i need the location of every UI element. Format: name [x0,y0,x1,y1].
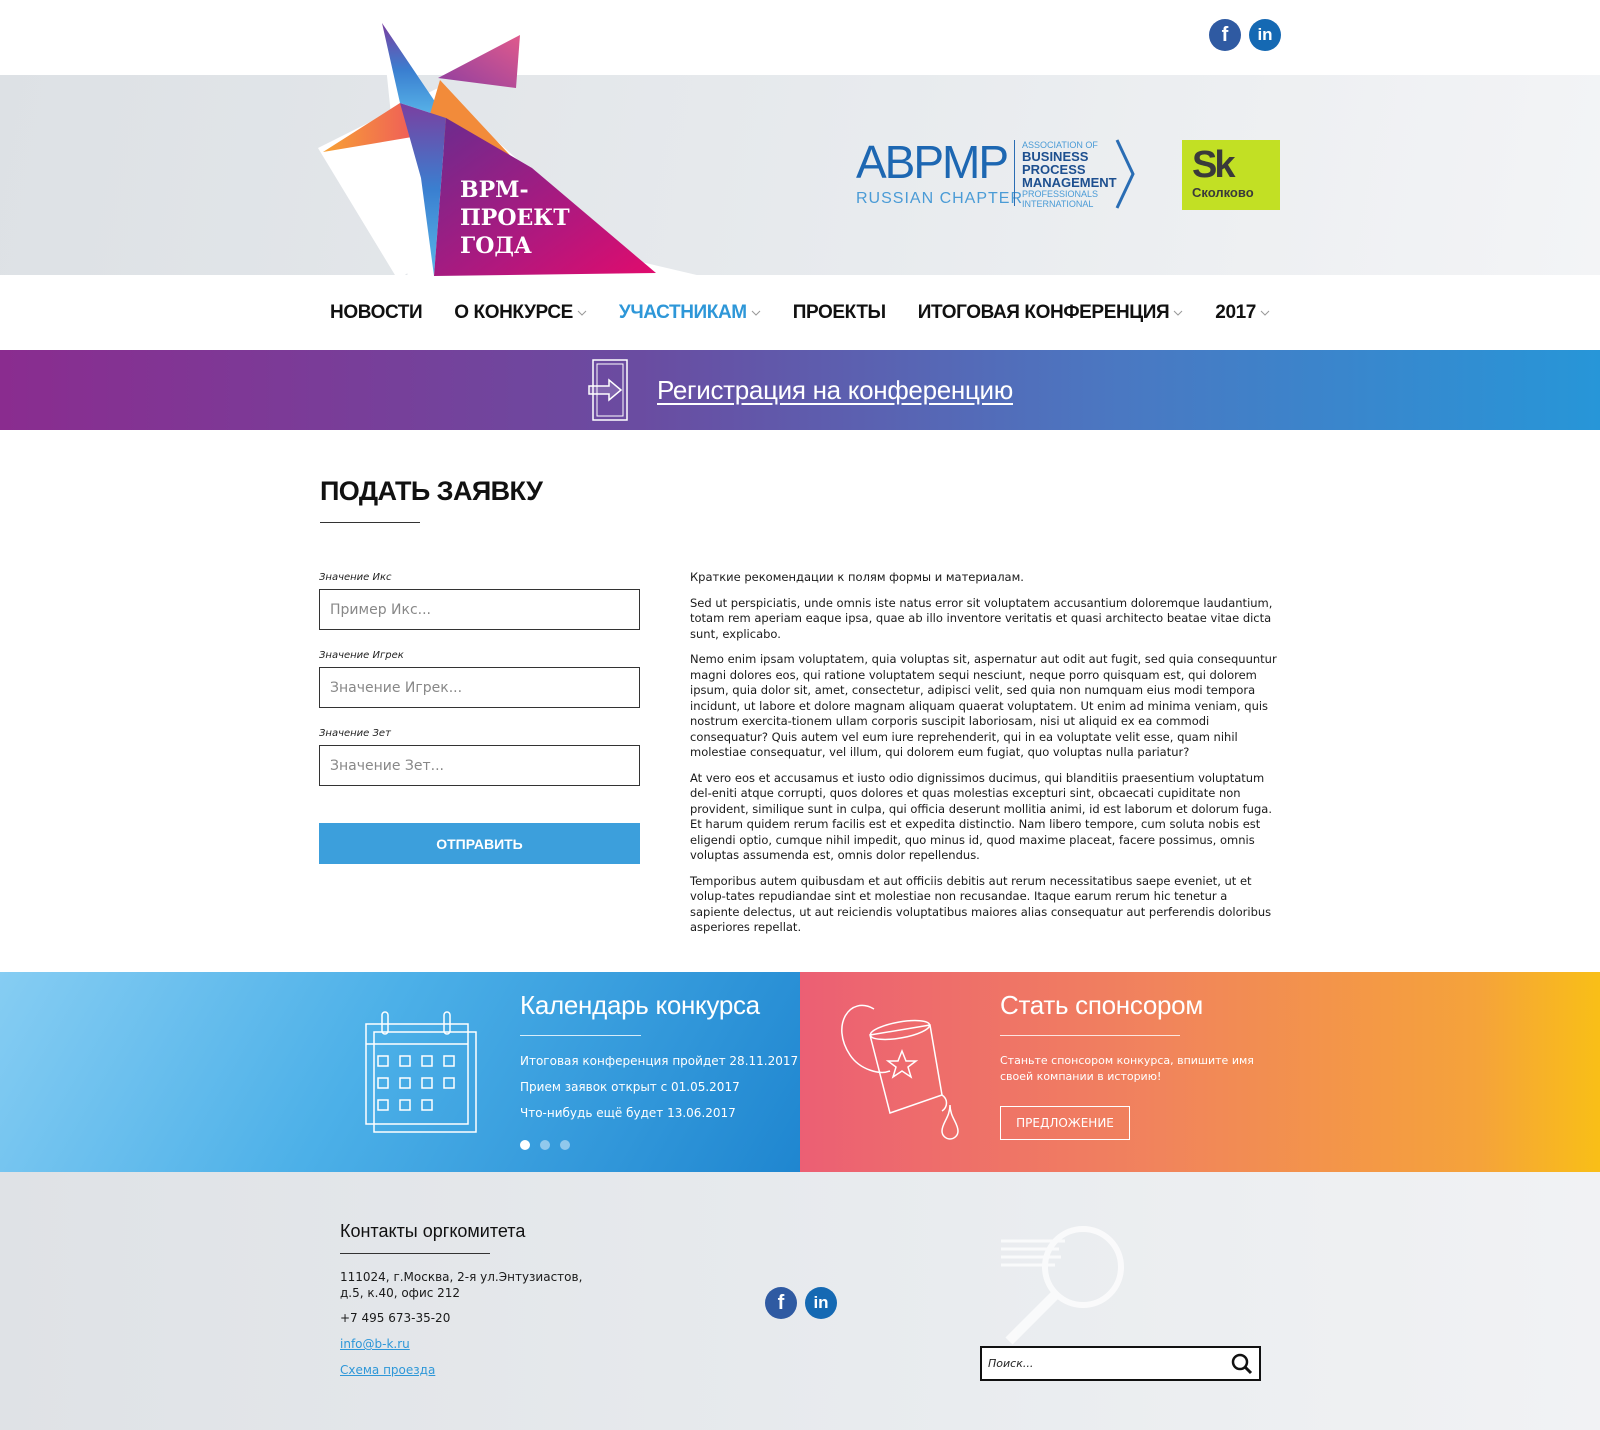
abpmp-chapter: RUSSIAN CHAPTER [856,190,1024,207]
calendar-title: Календарь конкурса [520,990,760,1020]
nav-item-year[interactable]: 2017 [1215,302,1270,324]
chevron-down-icon [751,310,761,316]
field-label-z: Значение Зет [319,728,391,739]
nav-item-label: О КОНКУРСЕ [454,301,573,323]
nav-item-participants[interactable]: УЧАСТНИКАМ [619,302,761,324]
search-input[interactable] [982,1348,1222,1379]
header-top [0,0,1600,75]
search-icon[interactable] [1231,1353,1253,1375]
facebook-icon[interactable]: f [765,1287,797,1319]
z-value-input[interactable] [319,745,640,786]
field-label-x: Значение Икс [319,572,392,583]
assoc-line: MANAGEMENT [1022,175,1117,190]
facebook-icon[interactable]: f [1209,19,1241,51]
text-paragraph: Sed ut perspiciatis, unde omnis iste nat… [690,595,1273,641]
nav-item-news[interactable]: НОВОСТИ [330,301,423,324]
logo-line: ПРОЕКТ [460,205,570,231]
slider-dots [520,1140,570,1150]
x-value-input[interactable] [319,589,640,630]
door-icon [588,359,628,421]
abpmp-logo[interactable]: ABPMP RUSSIAN CHAPTER ASSOCIATION OF BUS… [856,138,1138,214]
sponsor-text: своей компании в историю! [1000,1070,1162,1083]
abpmp-chevron-icon [1115,139,1135,209]
page-title: ПОДАТЬ ЗАЯВКУ [320,476,543,506]
nav-item-about[interactable]: О КОНКУРСЕ [454,302,587,324]
application-form: Значение Икс Значение Игрек Значение Зет… [319,572,640,864]
calendar-line: Прием заявок открыт с 01.05.2017 [520,1080,740,1094]
nav-item-label: НОВОСТИ [330,301,423,323]
footer-title-rule [340,1253,490,1254]
address-line: д.5, к.40, офис 212 [340,1285,461,1300]
registration-link[interactable]: Регистрация на конференцию [657,375,1013,406]
footer-title: Контакты оргкомитета [340,1221,526,1241]
sponsor-text: Станьте спонсором конкурса, впишите имя [1000,1054,1254,1067]
footer-email-link[interactable]: info@b-k.ru [340,1337,410,1351]
footer-phone: +7 495 673-35-20 [340,1311,451,1325]
title-underline [320,522,420,523]
nav-item-label: ИТОГОВАЯ КОНФЕРЕНЦИЯ [917,301,1170,323]
nav-item-projects[interactable]: ПРОЕКТЫ [793,302,886,324]
main-nav: НОВОСТИ О КОНКУРСЕ УЧАСТНИКАМ ПРОЕКТЫ ИТ… [0,275,1600,350]
logo-line: BPM- [460,177,529,203]
field-label-y: Значение Игрек [319,650,404,661]
footer-map-link[interactable]: Схема проезда [340,1363,435,1377]
calendar-title-rule [520,1035,641,1036]
slider-dot[interactable] [560,1140,570,1150]
bpm-logo-text: BPM- ПРОЕКТ ГОДА [460,176,570,260]
header-social: f in [1209,19,1281,51]
calendar-icon [365,1011,477,1133]
skolkovo-mark: Sk [1192,144,1236,186]
magnifier-decor-icon [1001,1226,1124,1345]
y-value-input[interactable] [319,667,640,708]
recommendations-text: Краткие рекомендации к полям формы и мат… [690,570,1280,946]
assoc-line: PROFESSIONALS [1022,189,1099,199]
slider-dot[interactable] [540,1140,550,1150]
offer-button[interactable]: ПРЕДЛОЖЕНИЕ [1000,1106,1130,1140]
nav-item-label: УЧАСТНИКАМ [618,301,747,323]
skolkovo-logo[interactable]: Sk Сколково [1182,140,1280,210]
text-paragraph: Nemo enim ipsam voluptatem, quia volupta… [690,652,1277,759]
footer-address: 111024, г.Москва, 2-я ул.Энтузиастов, д.… [340,1270,582,1301]
abpmp-wordmark: ABPMP [856,136,1009,188]
registration-banner: Регистрация на конференцию [0,350,1600,430]
chevron-down-icon [1260,310,1270,316]
sponsor-title: Стать спонсором [1000,990,1203,1020]
sponsor-title-rule [1000,1035,1180,1036]
nav-item-conference[interactable]: ИТОГОВАЯ КОНФЕРЕНЦИЯ [918,302,1184,324]
recommendations-intro: Краткие рекомендации к полям формы и мат… [690,570,1024,584]
text-paragraph: At vero eos et accusamus et iusto odio d… [690,770,1272,863]
abpmp-association: ASSOCIATION OF BUSINESS PROCESS MANAGEME… [1022,140,1117,209]
paint-bucket-icon [841,1004,959,1140]
footer-search [980,1346,1261,1381]
linkedin-icon[interactable]: in [805,1287,837,1319]
abpmp-divider [1014,140,1015,206]
submit-button[interactable]: ОТПРАВИТЬ [319,823,640,864]
calendar-line: Что-нибудь ещё будет 13.06.2017 [520,1106,736,1120]
skolkovo-name: Сколково [1192,185,1254,200]
linkedin-icon[interactable]: in [1249,19,1281,51]
slider-dot[interactable] [520,1140,530,1150]
footer-social: f in [765,1287,837,1319]
chevron-down-icon [1173,310,1183,316]
header-band [0,75,1600,275]
nav-item-label: ПРОЕКТЫ [792,301,886,323]
text-paragraph: Temporibus autem quibusdam et aut offici… [690,873,1272,935]
assoc-line: INTERNATIONAL [1022,199,1094,209]
address-line: 111024, г.Москва, 2-я ул.Энтузиастов, [340,1270,583,1284]
chevron-down-icon [577,310,587,316]
calendar-line: Итоговая конференция пройдет 28.11.2017 [520,1054,799,1068]
logo-line: ГОДА [460,233,532,259]
nav-item-label: 2017 [1215,301,1256,323]
